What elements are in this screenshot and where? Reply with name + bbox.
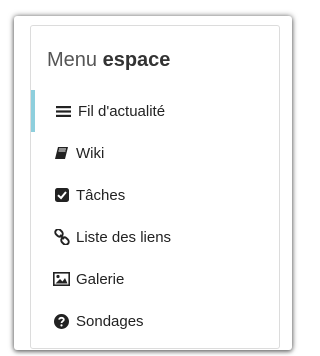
panel-title: Menu espace xyxy=(47,48,170,72)
menu-item-sondages[interactable]: Sondages xyxy=(31,300,279,342)
list-icon xyxy=(55,103,72,120)
page: Menu espace Fil d'actualité Wiki Tâches … xyxy=(0,0,306,356)
book-icon xyxy=(53,145,70,162)
menu-item-label: Fil d'actualité xyxy=(78,102,166,120)
check-square-icon xyxy=(53,187,70,204)
menu-item-fil-actualite[interactable]: Fil d'actualité xyxy=(31,90,279,132)
menu-item-label: Wiki xyxy=(76,144,105,162)
menu-item-label: Sondages xyxy=(76,312,144,330)
menu-item-label: Liste des liens xyxy=(76,228,172,246)
link-icon xyxy=(53,229,70,246)
image-icon xyxy=(53,271,70,288)
question-circle-icon xyxy=(53,313,70,330)
panel-title-bold: espace xyxy=(102,49,171,71)
panel-title-light: Menu xyxy=(47,49,98,71)
menu-item-taches[interactable]: Tâches xyxy=(31,174,279,216)
menu-item-galerie[interactable]: Galerie xyxy=(31,258,279,300)
space-menu-panel: Menu espace Fil d'actualité Wiki Tâches … xyxy=(30,25,280,349)
menu-item-liste-des-liens[interactable]: Liste des liens xyxy=(31,216,279,258)
menu-item-label: Galerie xyxy=(76,270,125,288)
menu-item-wiki[interactable]: Wiki xyxy=(31,132,279,174)
space-menu: Fil d'actualité Wiki Tâches Liste des li… xyxy=(31,90,279,342)
menu-item-label: Tâches xyxy=(76,186,126,204)
